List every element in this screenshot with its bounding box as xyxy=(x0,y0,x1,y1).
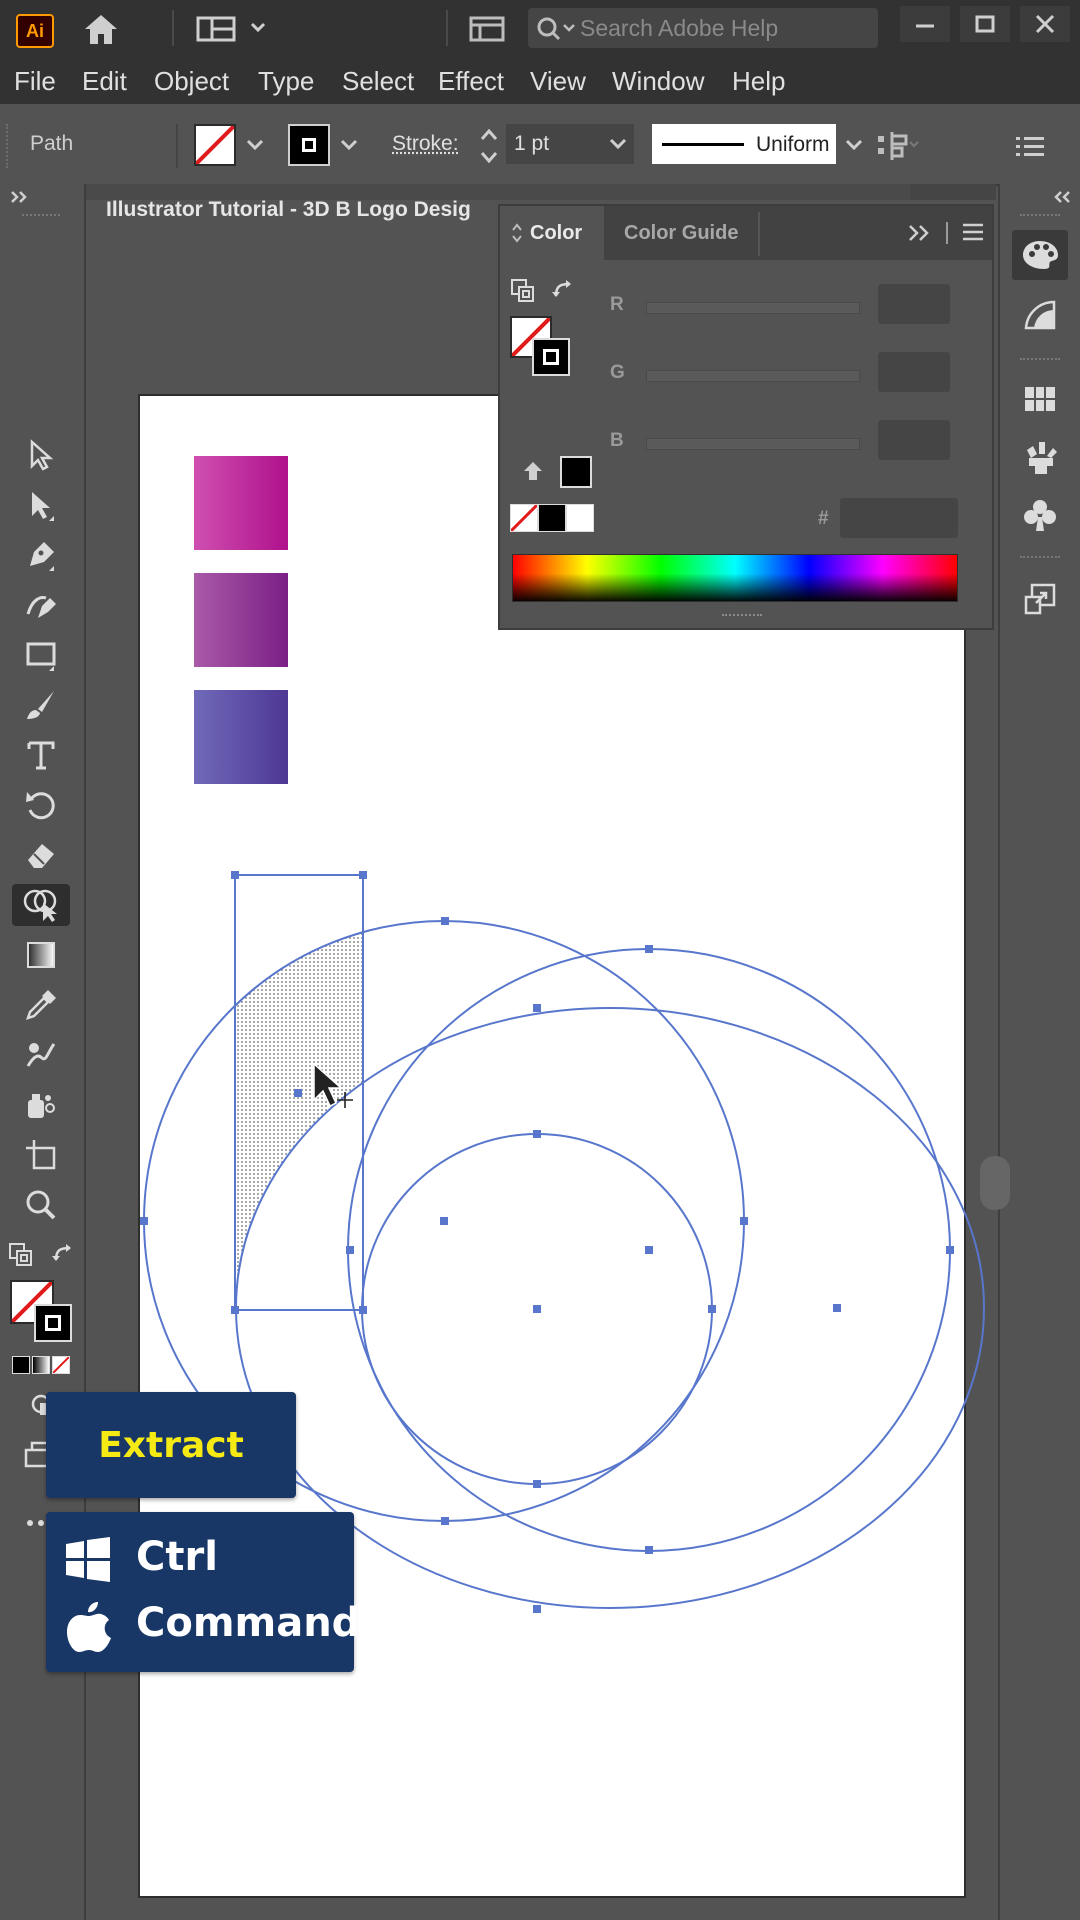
expand-panel-icon[interactable] xyxy=(908,224,932,242)
tab-color[interactable]: Color xyxy=(500,206,604,260)
swatches-panel-icon[interactable] xyxy=(1012,374,1068,424)
windows-logo-icon xyxy=(66,1537,110,1582)
channel-r-field[interactable] xyxy=(878,284,950,324)
default-colors-icon[interactable] xyxy=(510,278,536,304)
collapse-arrows-icon[interactable] xyxy=(1052,190,1074,204)
channel-b-slider[interactable] xyxy=(646,438,860,450)
asset-export-icon[interactable] xyxy=(1012,574,1068,624)
hex-label: # xyxy=(818,508,829,529)
color-panel: Color Color Guide R G B # xyxy=(498,204,994,630)
channel-b-label: B xyxy=(610,430,624,451)
mac-key-label: Command xyxy=(136,1600,361,1646)
shortcut-action-badge: Extract xyxy=(46,1392,296,1498)
grip[interactable] xyxy=(1020,214,1060,220)
quick-swatch-none[interactable] xyxy=(510,504,538,532)
color-guide-icon[interactable] xyxy=(1012,290,1068,340)
swap-colors-icon[interactable] xyxy=(550,278,576,304)
channel-b-field[interactable] xyxy=(878,420,950,460)
color-panel-icon[interactable] xyxy=(1012,230,1068,280)
tab-color-label: Color xyxy=(530,222,583,244)
divider xyxy=(758,212,760,256)
channel-g-slider[interactable] xyxy=(646,370,860,382)
panel-menu-icon[interactable] xyxy=(962,222,984,242)
quick-swatch-white[interactable] xyxy=(566,504,594,532)
panel-resize-grip[interactable] xyxy=(722,614,762,622)
quick-swatch-black[interactable] xyxy=(538,504,566,532)
hex-field[interactable] xyxy=(840,498,958,538)
collapse-icon[interactable] xyxy=(512,222,522,244)
grip[interactable] xyxy=(1020,556,1060,562)
channel-r-label: R xyxy=(610,294,624,315)
highlighted-region[interactable] xyxy=(144,921,984,1608)
panel-header: Color Color Guide xyxy=(500,206,992,260)
divider xyxy=(946,222,948,244)
shortcut-action-label: Extract xyxy=(98,1424,244,1466)
brushes-panel-icon[interactable] xyxy=(1012,432,1068,482)
web-safe-color-swatch[interactable] xyxy=(560,456,592,488)
right-dock xyxy=(980,184,1080,1920)
channel-g-label: G xyxy=(610,362,625,383)
tab-color-guide[interactable]: Color Guide xyxy=(624,222,738,245)
windows-key-label: Ctrl xyxy=(136,1534,218,1580)
grip[interactable] xyxy=(1020,358,1060,364)
channel-g-field[interactable] xyxy=(878,352,950,392)
stroke-swatch[interactable] xyxy=(532,338,570,376)
channel-r-slider[interactable] xyxy=(646,302,860,314)
shortcut-keys-badge: Ctrl Command xyxy=(46,1512,360,1672)
apple-logo-icon xyxy=(67,1602,111,1652)
vertical-scrollbar-thumb[interactable] xyxy=(980,1156,1010,1210)
symbols-panel-icon[interactable] xyxy=(1012,490,1068,540)
out-of-gamut-icon[interactable] xyxy=(522,460,544,482)
color-spectrum[interactable] xyxy=(512,554,958,602)
